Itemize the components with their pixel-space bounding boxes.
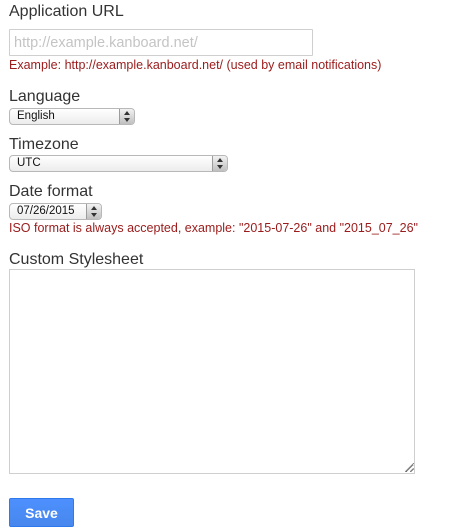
arrow-up-icon: [91, 206, 97, 210]
resize-grip-icon[interactable]: [405, 463, 414, 472]
date-format-label: Date format: [9, 183, 93, 200]
date-format-hint: ISO format is always accepted, example: …: [9, 221, 418, 235]
arrow-up-icon: [124, 111, 130, 115]
application-url-label: Application URL: [9, 3, 124, 20]
language-label: Language: [9, 88, 81, 105]
language-select[interactable]: English: [9, 108, 135, 125]
save-button[interactable]: Save: [9, 498, 74, 527]
arrow-up-icon: [217, 158, 223, 162]
date-format-select[interactable]: 07/26/2015: [9, 203, 102, 220]
timezone-selected-value: UTC: [17, 157, 41, 169]
custom-stylesheet-label: Custom Stylesheet: [9, 251, 144, 268]
arrow-down-icon: [124, 118, 130, 122]
timezone-select[interactable]: UTC: [9, 155, 228, 172]
timezone-label: Timezone: [9, 136, 79, 153]
updown-arrows-icon: [86, 204, 101, 219]
application-url-hint: Example: http://example.kanboard.net/ (u…: [9, 58, 382, 72]
updown-arrows-icon: [212, 156, 227, 171]
custom-stylesheet-textarea[interactable]: [9, 269, 415, 474]
updown-arrows-icon: [119, 109, 134, 124]
date-format-selected-value: 07/26/2015: [17, 205, 75, 217]
language-selected-value: English: [17, 110, 55, 122]
arrow-down-icon: [217, 165, 223, 169]
application-url-input[interactable]: [9, 29, 313, 56]
arrow-down-icon: [91, 213, 97, 217]
